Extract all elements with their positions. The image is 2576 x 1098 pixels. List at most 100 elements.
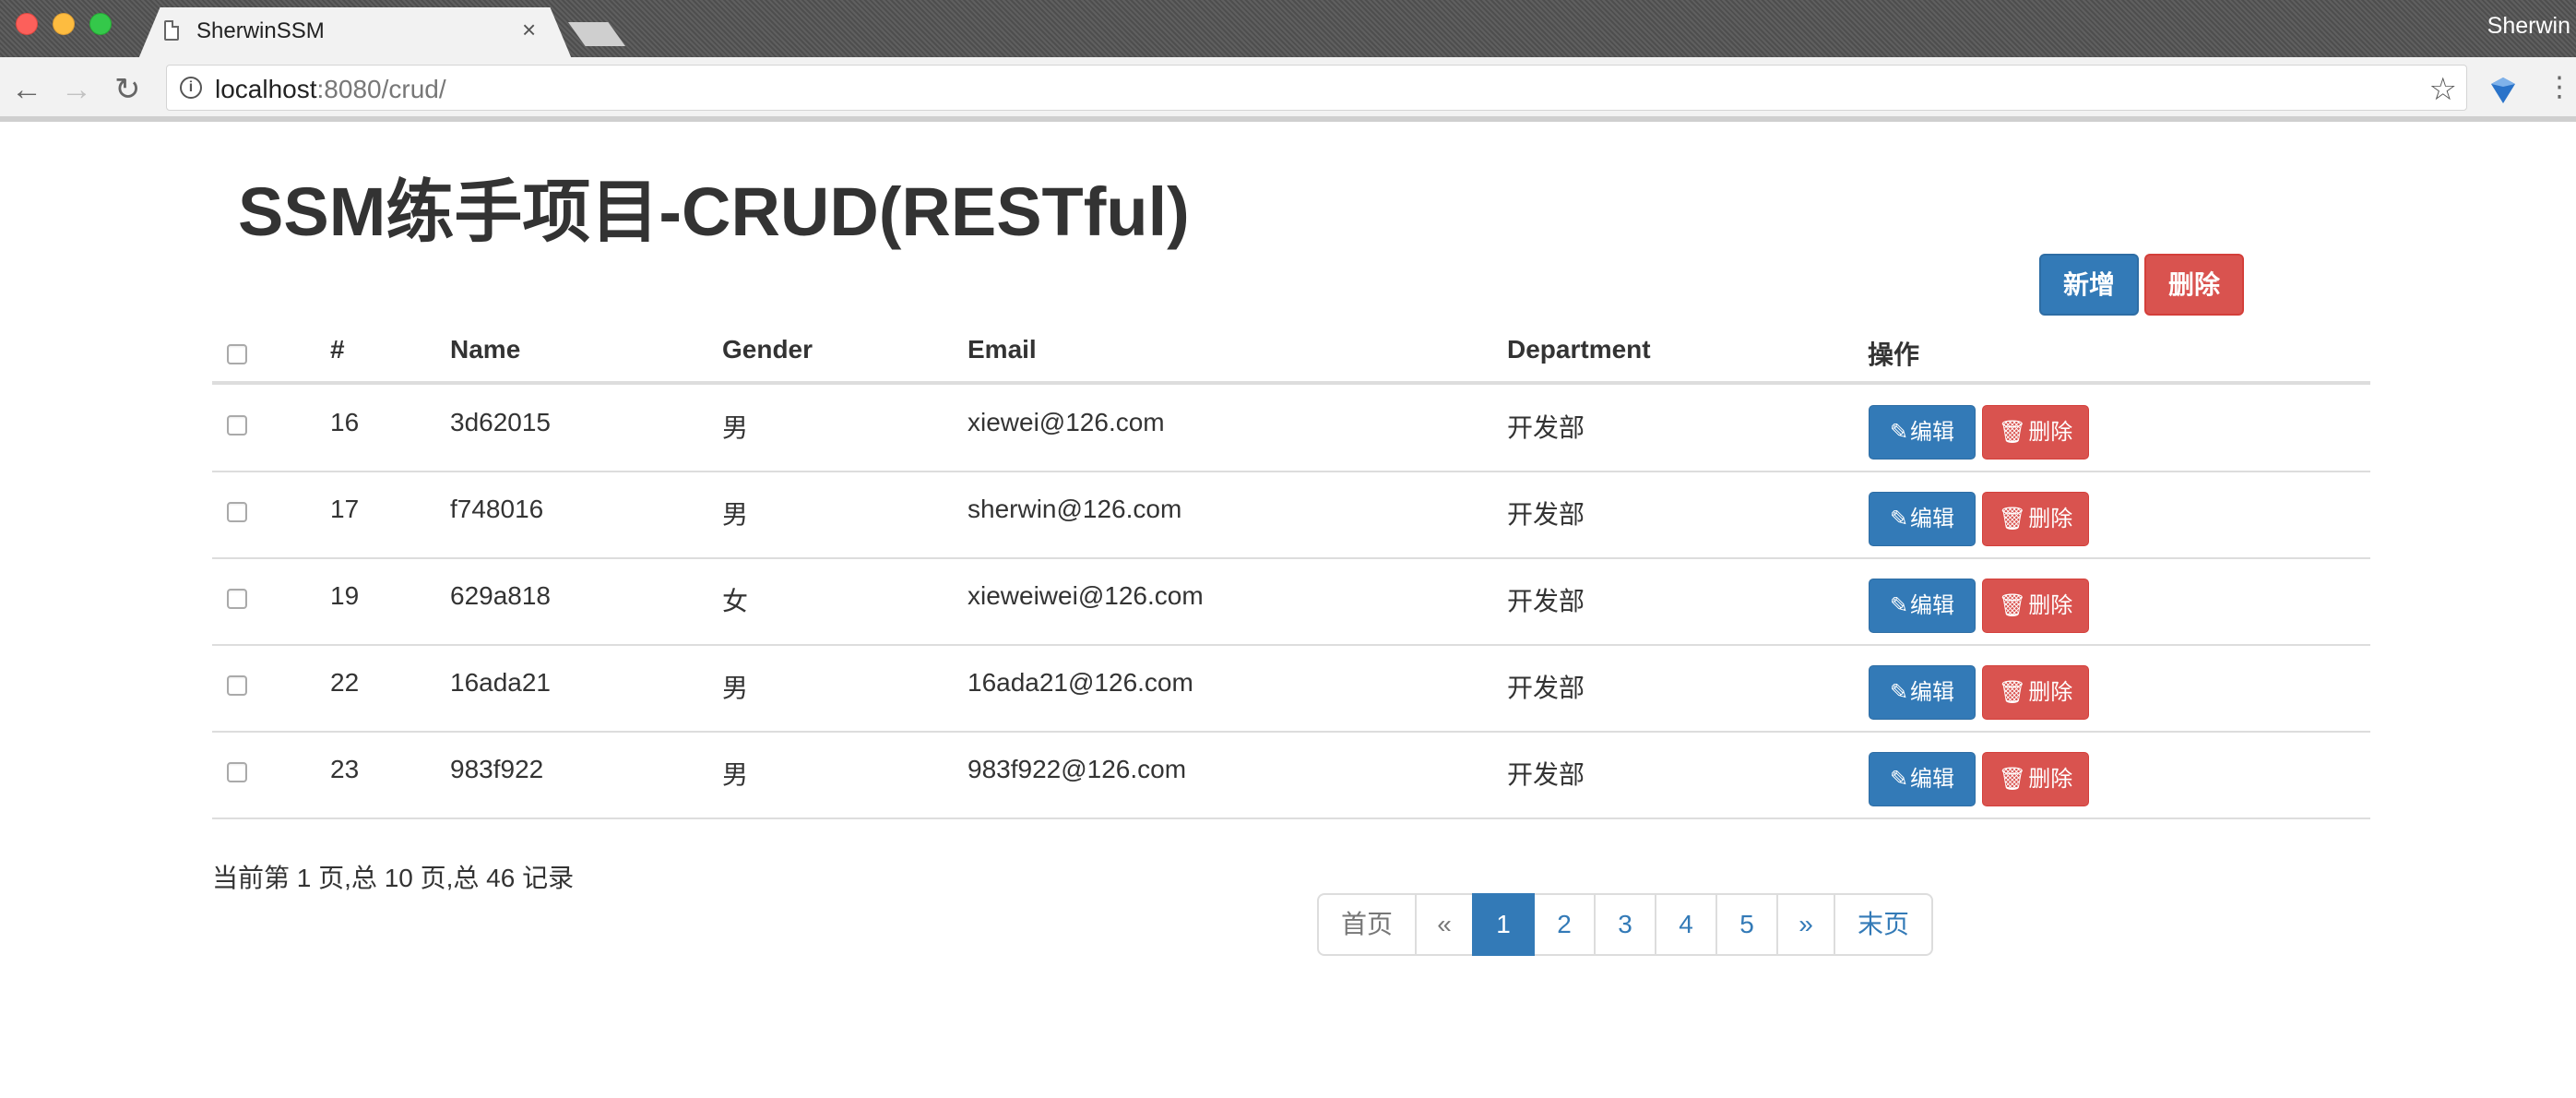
table-row: 19 629a818 女 xieweiwei@126.com 开发部 ✎编辑 🗑… — [212, 559, 2370, 646]
info-icon[interactable]: i — [180, 77, 202, 99]
cell-id: 22 — [330, 668, 360, 697]
edit-button[interactable]: ✎编辑 — [1869, 665, 1976, 720]
row-checkbox[interactable] — [227, 675, 247, 696]
cell-id: 19 — [330, 581, 360, 610]
column-header-department: Department — [1507, 335, 1651, 364]
delete-button-label: 删除 — [2028, 593, 2073, 618]
pagination-info: 当前第 1 页,总 10 页,总 46 记录 — [212, 864, 575, 892]
trash-icon: 🗑 — [1998, 593, 2027, 618]
edit-button-label: 编辑 — [1910, 680, 1955, 705]
edit-button-label: 编辑 — [1910, 420, 1955, 445]
trash-icon: 🗑 — [1998, 420, 2027, 445]
column-header-name: Name — [450, 335, 521, 364]
delete-button[interactable]: 🗑删除 — [1982, 752, 2089, 806]
page-link-1[interactable]: 1 — [1472, 893, 1535, 956]
edit-button-label: 编辑 — [1910, 507, 1955, 531]
cell-email: 983f922@126.com — [967, 755, 1187, 783]
url-path: :8080/crud/ — [316, 75, 446, 103]
cell-email: 16ada21@126.com — [967, 668, 1193, 697]
cell-email: xiewei@126.com — [967, 408, 1165, 436]
edit-button-label: 编辑 — [1910, 593, 1955, 618]
cell-id: 23 — [330, 755, 360, 783]
cell-name: 3d62015 — [450, 408, 552, 436]
page-link-4[interactable]: 4 — [1655, 893, 1717, 956]
cell-department: 开发部 — [1507, 674, 1585, 702]
delete-button[interactable]: 🗑删除 — [1982, 492, 2089, 546]
cell-email: xieweiwei@126.com — [967, 581, 1204, 610]
pencil-icon: ✎ — [1889, 420, 1909, 445]
delete-all-button[interactable]: 删除 — [2144, 254, 2244, 316]
first-page-link[interactable]: 首页 — [1317, 893, 1417, 956]
cell-department: 开发部 — [1507, 760, 1585, 789]
table-header: # Name Gender Email Department 操作 — [212, 318, 2370, 385]
delete-button[interactable]: 🗑删除 — [1982, 665, 2089, 720]
pencil-icon: ✎ — [1889, 680, 1909, 705]
reload-icon[interactable]: ↻ — [114, 74, 141, 105]
table-row: 23 983f922 男 983f922@126.com 开发部 ✎编辑 🗑删除 — [212, 733, 2370, 819]
bookmark-star-icon[interactable]: ☆ — [2429, 71, 2457, 108]
cell-gender: 男 — [722, 500, 749, 529]
tab-close-icon[interactable]: × — [522, 17, 536, 42]
menu-icon[interactable]: ⋮ — [2546, 74, 2573, 101]
row-checkbox[interactable] — [227, 589, 247, 609]
edit-button[interactable]: ✎编辑 — [1869, 752, 1976, 806]
row-checkbox[interactable] — [227, 502, 247, 522]
cell-name: f748016 — [450, 495, 544, 523]
add-button[interactable]: 新增 — [2039, 254, 2139, 316]
page-link-5[interactable]: 5 — [1715, 893, 1778, 956]
tab-title: SherwinSSM — [196, 18, 325, 43]
url-text[interactable]: localhost:8080/crud/ — [215, 75, 446, 104]
browser-toolbar: ← → ↻ i localhost:8080/crud/ ☆ ⋮ — [0, 57, 2576, 122]
minimize-window-button[interactable] — [53, 13, 75, 35]
page-link-2[interactable]: 2 — [1533, 893, 1596, 956]
column-header-email: Email — [967, 335, 1037, 364]
cell-id: 16 — [330, 408, 360, 436]
edit-button-label: 编辑 — [1910, 767, 1955, 792]
prev-page-link[interactable]: « — [1415, 893, 1474, 956]
delete-button-label: 删除 — [2028, 680, 2073, 705]
page-icon — [164, 20, 179, 41]
cell-gender: 男 — [722, 413, 749, 442]
address-bar[interactable]: i localhost:8080/crud/ ☆ — [166, 65, 2467, 111]
edit-button[interactable]: ✎编辑 — [1869, 579, 1976, 633]
cell-name: 983f922 — [450, 755, 544, 783]
cell-name: 629a818 — [450, 581, 552, 610]
delete-button[interactable]: 🗑删除 — [1982, 405, 2089, 459]
delete-button[interactable]: 🗑删除 — [1982, 579, 2089, 633]
cell-department: 开发部 — [1507, 587, 1585, 615]
edit-button[interactable]: ✎编辑 — [1869, 492, 1976, 546]
new-tab-button[interactable] — [568, 22, 625, 46]
back-arrow-icon[interactable]: ← — [11, 74, 42, 105]
url-host: localhost — [215, 75, 317, 103]
select-all-checkbox[interactable] — [227, 344, 247, 364]
forward-arrow-icon[interactable]: → — [61, 74, 92, 105]
maximize-window-button[interactable] — [89, 13, 112, 35]
row-checkbox[interactable] — [227, 762, 247, 782]
column-header-gender: Gender — [722, 335, 813, 364]
cell-gender: 男 — [722, 674, 749, 702]
page-link-3[interactable]: 3 — [1594, 893, 1656, 956]
next-page-link[interactable]: » — [1776, 893, 1835, 956]
pencil-icon: ✎ — [1889, 593, 1909, 618]
table-row: 16 3d62015 男 xiewei@126.com 开发部 ✎编辑 🗑删除 — [212, 386, 2370, 472]
delete-button-label: 删除 — [2028, 507, 2073, 531]
row-checkbox[interactable] — [227, 415, 247, 436]
trash-icon: 🗑 — [1998, 680, 2027, 705]
cell-name: 16ada21 — [450, 668, 552, 697]
trash-icon: 🗑 — [1998, 767, 2027, 792]
pencil-icon: ✎ — [1889, 767, 1909, 792]
page-title: SSM练手项目-CRUD(RESTful) — [238, 173, 1190, 250]
cell-department: 开发部 — [1507, 413, 1585, 442]
profile-name[interactable]: Sherwin — [2487, 13, 2570, 40]
cell-department: 开发部 — [1507, 500, 1585, 529]
close-window-button[interactable] — [16, 13, 38, 35]
trash-icon: 🗑 — [1998, 507, 2027, 531]
last-page-link[interactable]: 末页 — [1834, 893, 1933, 956]
table-row: 17 f748016 男 sherwin@126.com 开发部 ✎编辑 🗑删除 — [212, 472, 2370, 559]
edit-button[interactable]: ✎编辑 — [1869, 405, 1976, 459]
extension-icon[interactable] — [2488, 76, 2518, 105]
column-header-actions: 操作 — [1868, 340, 1920, 369]
column-header-id: # — [330, 335, 345, 364]
delete-button-label: 删除 — [2028, 767, 2073, 792]
cell-id: 17 — [330, 495, 360, 523]
